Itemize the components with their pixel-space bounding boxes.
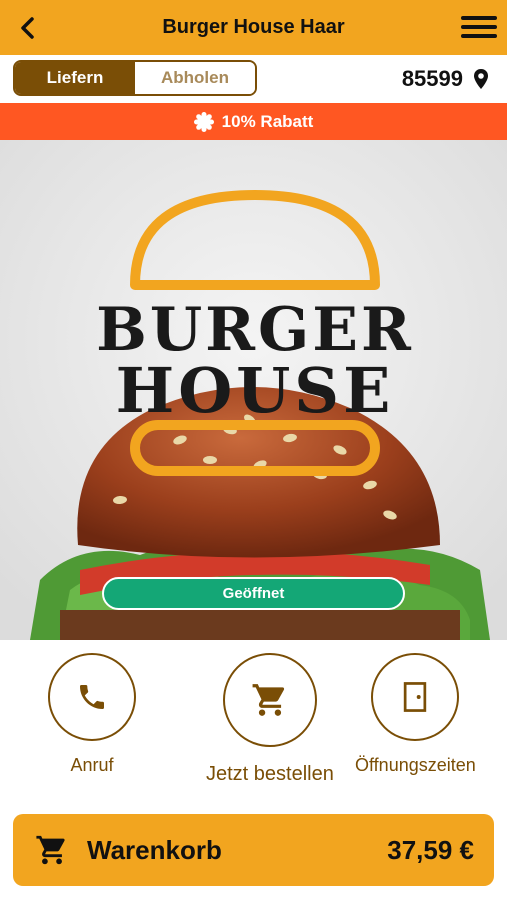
action-call[interactable]: Anruf	[48, 653, 136, 776]
hamburger-icon-line	[461, 25, 497, 29]
badge-icon	[193, 111, 214, 132]
order-now-button[interactable]	[222, 653, 317, 747]
order-now-label: Jetzt bestellen	[206, 763, 334, 785]
order-mode-bar: Liefern Abholen 85599	[0, 55, 507, 103]
door-icon	[404, 682, 427, 712]
opening-hours-label: Öffnungszeiten	[355, 755, 476, 775]
mode-option-liefern[interactable]: Liefern	[15, 62, 135, 94]
status-badge[interactable]: Geöffnet	[102, 577, 405, 610]
cart-icon	[36, 835, 65, 865]
menu-button[interactable]	[461, 13, 497, 43]
mode-option-abholen[interactable]: Abholen	[135, 62, 255, 94]
promo-banner[interactable]: 10% Rabatt	[0, 103, 507, 140]
cart-total: 37,59 €	[387, 834, 474, 865]
opening-hours-button[interactable]	[371, 653, 460, 741]
burger-photo: BURGER HOUSE	[0, 140, 507, 640]
call-label: Anruf	[70, 755, 114, 775]
cart-icon	[252, 684, 285, 716]
action-hours[interactable]: Öffnungszeiten	[355, 653, 476, 776]
location-pin-icon	[474, 69, 488, 89]
promo-text: 10% Rabatt	[221, 111, 314, 131]
delivery-mode-toggle: Liefern Abholen	[13, 60, 257, 96]
call-button[interactable]	[48, 653, 136, 741]
cart-button[interactable]: Warenkorb 37,59 €	[13, 814, 494, 886]
action-order[interactable]: Jetzt bestellen	[206, 653, 334, 786]
location-selector[interactable]: 85599	[402, 64, 489, 94]
cart-label: Warenkorb	[87, 834, 222, 865]
phone-icon	[80, 685, 104, 709]
hamburger-icon	[461, 16, 497, 20]
quick-actions: Anruf Jetzt bestellen Öffnungszeiten	[0, 640, 507, 800]
top-bar: Burger House Haar	[0, 0, 507, 55]
zip-code: 85599	[401, 66, 463, 91]
hero-banner: BURGER HOUSE	[0, 140, 507, 640]
hamburger-icon-line	[461, 34, 497, 38]
logo-text-line2: HOUSE	[116, 354, 395, 427]
page-title: Burger House Haar	[162, 16, 345, 38]
